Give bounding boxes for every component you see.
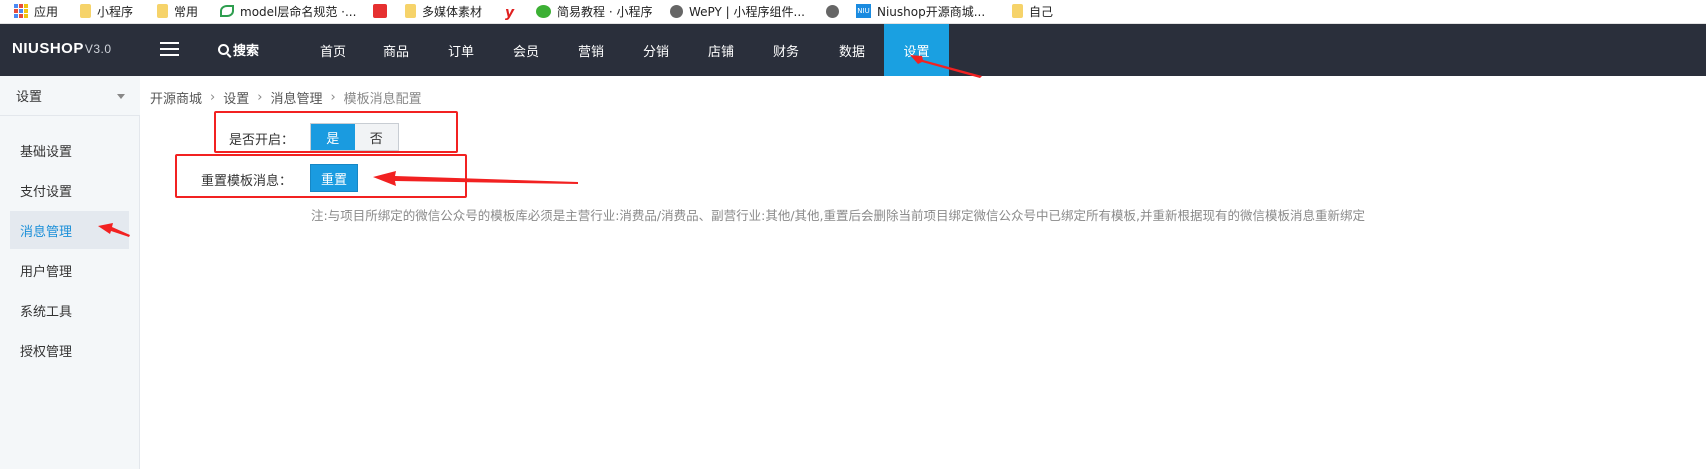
folder-icon (1012, 4, 1023, 18)
sidebar-item-basic-settings[interactable]: 基础设置 (10, 131, 129, 169)
bookmark-folder[interactable]: 自己 (1012, 0, 1053, 22)
bookmark-folder[interactable]: 多媒体素材 (405, 0, 482, 22)
globe-icon (826, 4, 839, 18)
bookmark-label: 简易教程 · 小程序 (557, 4, 653, 19)
bookmark-label: 小程序 (97, 4, 134, 19)
bookmark-folder[interactable]: 常用 (157, 0, 198, 22)
apps-icon (14, 4, 28, 18)
leaf-icon (220, 5, 234, 17)
bookmark-link[interactable]: model层命名规范 ·... (220, 0, 356, 22)
nav-goods[interactable]: 商品 (366, 24, 426, 76)
bookmarks-bar: 应用 小程序 常用 model层命名规范 ·... 多媒体素材 y 简易教程 ·… (0, 0, 1706, 24)
breadcrumb: 开源商城 › 设置 › 消息管理 › 模板消息配置 (150, 88, 422, 107)
bookmark-folder[interactable]: 小程序 (80, 0, 133, 22)
search-icon (218, 44, 229, 55)
chevron-right-icon: › (210, 90, 216, 105)
chevron-right-icon: › (257, 90, 263, 105)
bookmark-label: model层命名规范 ·... (240, 4, 357, 19)
top-nav: NIUSHOPV3.0 搜索 首页 商品 订单 会员 营销 分销 店铺 财务 数… (0, 24, 1706, 76)
sidebar-item-payment-settings[interactable]: 支付设置 (10, 171, 129, 209)
nav-distribution[interactable]: 分销 (626, 24, 686, 76)
bookmark-link[interactable] (373, 0, 393, 22)
annotation-box (214, 111, 458, 153)
nav-shop[interactable]: 店铺 (691, 24, 751, 76)
annotation-box (175, 154, 467, 198)
sidebar-select-value: 设置 (16, 90, 43, 105)
sidebar-module-select[interactable]: 设置 (0, 76, 140, 116)
bookmark-link[interactable]: y (505, 0, 523, 22)
sidebar-item-system-tools[interactable]: 系统工具 (10, 291, 129, 329)
sidebar: 设置 基础设置 支付设置 消息管理 用户管理 系统工具 授权管理 (0, 76, 140, 469)
bookmark-link[interactable]: NIU Niushop开源商城... (856, 0, 985, 22)
logo-version: V3.0 (84, 42, 112, 56)
sidebar-item-user-management[interactable]: 用户管理 (10, 251, 129, 289)
breadcrumb-item[interactable]: 设置 (223, 88, 249, 107)
search-label: 搜索 (233, 44, 260, 59)
bookmark-label: 应用 (34, 4, 59, 19)
nav-home[interactable]: 首页 (303, 24, 363, 76)
hamburger-menu-icon[interactable] (160, 42, 179, 56)
chevron-right-icon: › (330, 90, 336, 105)
folder-icon (157, 4, 168, 18)
globe-icon (670, 4, 683, 18)
bookmark-label: 自己 (1029, 4, 1054, 19)
nav-settings[interactable]: 设置 (884, 24, 949, 76)
sidebar-item-message-management[interactable]: 消息管理 (10, 211, 129, 249)
logo-text: NIUSHOP (12, 40, 84, 57)
nav-marketing[interactable]: 营销 (561, 24, 621, 76)
bookmark-link[interactable]: 简易教程 · 小程序 (536, 0, 652, 22)
folder-icon (80, 4, 91, 18)
sidebar-item-authorization[interactable]: 授权管理 (10, 331, 129, 369)
chevron-down-icon (117, 94, 125, 99)
bookmark-link[interactable]: WePY | 小程序组件... (670, 0, 805, 22)
notice-text: 注:与项目所绑定的微信公众号的模板库必须是主营行业:消费品/消费品、副营行业:其… (311, 208, 1366, 223)
nav-data[interactable]: 数据 (822, 24, 882, 76)
breadcrumb-current: 模板消息配置 (343, 92, 422, 107)
niushop-icon: NIU (856, 4, 871, 18)
bookmark-label: 常用 (174, 4, 199, 19)
folder-icon (405, 4, 416, 18)
nav-orders[interactable]: 订单 (431, 24, 491, 76)
y-icon: y (505, 4, 515, 21)
nav-members[interactable]: 会员 (496, 24, 556, 76)
bookmark-link[interactable] (826, 0, 845, 22)
bookmark-label: Niushop开源商城... (877, 4, 986, 19)
bookmark-apps[interactable]: 应用 (14, 0, 58, 22)
bookmark-label: WePY | 小程序组件... (689, 4, 805, 19)
wechat-icon (536, 4, 551, 18)
breadcrumb-item[interactable]: 消息管理 (270, 88, 322, 107)
breadcrumb-item[interactable]: 开源商城 (150, 88, 202, 107)
red-square-icon (373, 4, 387, 18)
nav-finance[interactable]: 财务 (756, 24, 816, 76)
logo[interactable]: NIUSHOPV3.0 (12, 40, 112, 57)
search-link[interactable]: 搜索 (218, 40, 259, 59)
bookmark-label: 多媒体素材 (422, 4, 483, 19)
